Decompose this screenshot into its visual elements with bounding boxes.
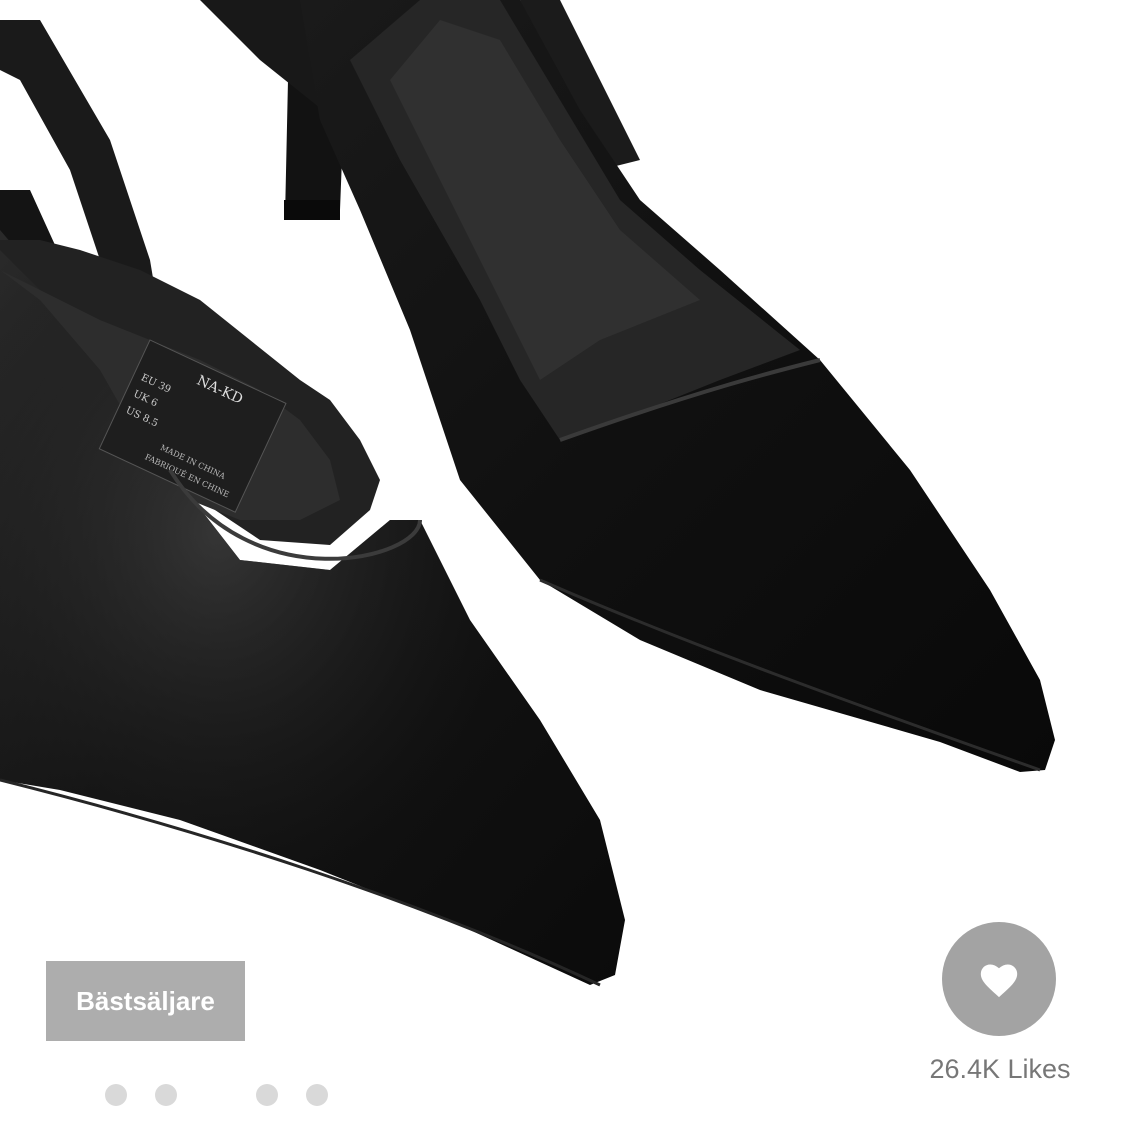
bestseller-badge-label: Bästsäljare (76, 985, 215, 1016)
carousel-dot[interactable] (105, 1084, 127, 1106)
like-button[interactable] (942, 922, 1056, 1036)
carousel-dot[interactable] (155, 1084, 177, 1106)
bestseller-badge: Bästsäljare (46, 961, 245, 1041)
heart-icon (980, 964, 1018, 998)
likes-count: 26.4K Likes (929, 1054, 1071, 1084)
carousel-dot[interactable] (256, 1084, 278, 1106)
carousel-dot[interactable] (306, 1084, 328, 1106)
carousel-dots (0, 1084, 400, 1108)
product-gallery: NA-KD EU 39 UK 6 US 8.5 MADE IN CHINA FA… (0, 0, 1125, 1125)
